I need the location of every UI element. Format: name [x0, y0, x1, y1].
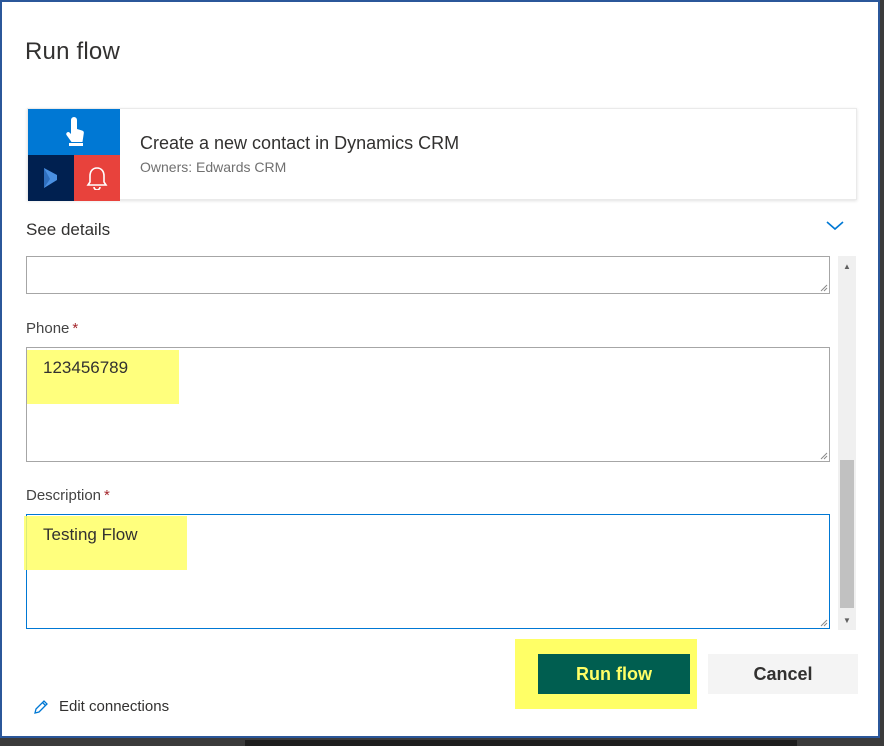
- run-flow-dialog: Run flow Create a new contact in Dynamic…: [0, 0, 880, 738]
- phone-input[interactable]: 123456789: [26, 347, 830, 462]
- dynamics-icon: [28, 155, 74, 201]
- description-value: Testing Flow: [43, 525, 138, 544]
- resize-grip-icon[interactable]: [819, 451, 828, 460]
- run-flow-button[interactable]: Run flow: [538, 654, 690, 694]
- scroll-down-arrow-icon[interactable]: ▼: [838, 610, 856, 630]
- chevron-down-icon[interactable]: [824, 218, 846, 234]
- flow-owners: Owners: Edwards CRM: [140, 159, 287, 175]
- phone-label: Phone *: [26, 320, 78, 337]
- dialog-title: Run flow: [25, 38, 120, 65]
- previous-field-input[interactable]: [26, 256, 830, 294]
- resize-grip-icon[interactable]: [819, 618, 828, 627]
- touch-icon: [28, 109, 120, 155]
- description-input[interactable]: Testing Flow: [24, 514, 830, 629]
- form-scrollbar[interactable]: ▲ ▼: [838, 256, 856, 630]
- scrollbar-thumb[interactable]: [840, 460, 854, 608]
- form-scroll-area[interactable]: Phone * 123456789 Description * Testing Fl…: [24, 256, 860, 630]
- scroll-up-arrow-icon[interactable]: ▲: [838, 256, 856, 276]
- phone-required-mark: *: [72, 320, 79, 337]
- edit-connections-link[interactable]: Edit connections: [33, 698, 169, 715]
- phone-label-text: Phone: [26, 320, 70, 337]
- cancel-button[interactable]: Cancel: [708, 654, 858, 694]
- flow-card: Create a new contact in Dynamics CRM Own…: [27, 108, 857, 201]
- description-label-text: Description: [26, 487, 102, 504]
- description-required-mark: *: [104, 487, 110, 504]
- resize-grip-icon[interactable]: [819, 283, 828, 292]
- phone-value: 123456789: [43, 358, 129, 377]
- description-label: Description *: [26, 487, 110, 504]
- bell-icon: [74, 155, 120, 201]
- flow-name: Create a new contact in Dynamics CRM: [140, 133, 460, 153]
- background-bar: [245, 740, 797, 746]
- pencil-icon: [34, 699, 48, 714]
- see-details-label: See details: [26, 220, 111, 239]
- edit-connections-label: Edit connections: [59, 698, 170, 715]
